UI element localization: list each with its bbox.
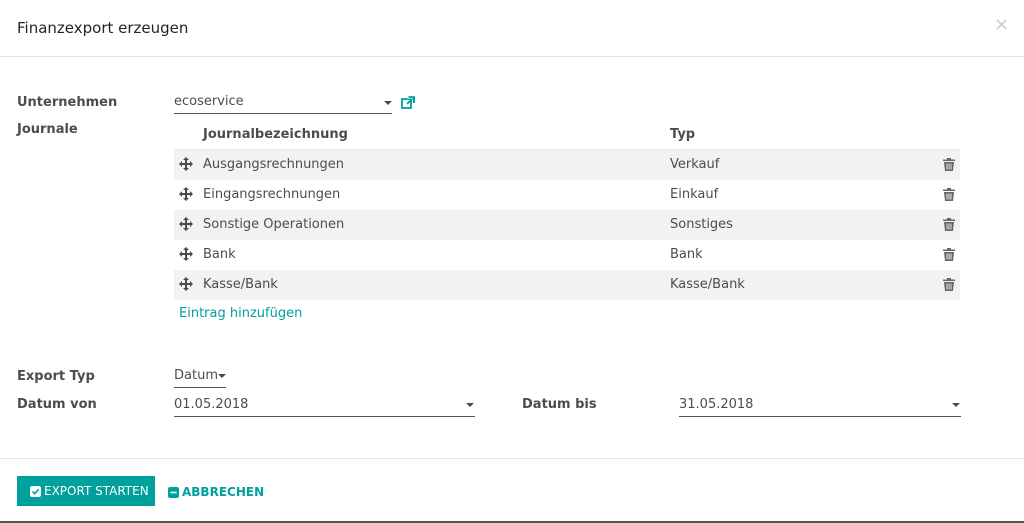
company-value: ecoservice xyxy=(174,94,244,109)
dialog-footer: EXPORT STARTEN ABBRECHEN xyxy=(0,458,1024,521)
table-row[interactable]: Bank Bank xyxy=(174,240,960,270)
cancel-label: ABBRECHEN xyxy=(182,485,265,499)
export-type-value: Datum xyxy=(174,368,218,383)
drag-handle-icon[interactable] xyxy=(179,187,193,201)
date-to-label: Datum bis xyxy=(522,397,597,412)
journal-type: Einkauf xyxy=(670,187,719,202)
caret-down-icon xyxy=(218,374,226,378)
date-to-value: 31.05.2018 xyxy=(679,397,754,412)
journal-type: Sonstiges xyxy=(670,217,733,232)
date-from-input[interactable]: 01.05.2018 xyxy=(174,395,475,417)
close-icon[interactable]: × xyxy=(994,15,1009,35)
export-type-select[interactable]: Datum xyxy=(174,366,226,388)
journal-name: Kasse/Bank xyxy=(203,277,278,292)
trash-icon[interactable] xyxy=(943,158,955,171)
drag-handle-icon[interactable] xyxy=(179,277,193,291)
journal-name: Bank xyxy=(203,247,236,262)
table-row[interactable]: Sonstige Operationen Sonstiges xyxy=(174,210,960,240)
column-header-name[interactable]: Journalbezeichnung xyxy=(203,127,348,142)
trash-icon[interactable] xyxy=(943,188,955,201)
trash-icon[interactable] xyxy=(943,248,955,261)
export-dialog: Finanzexport erzeugen × Unternehmen ecos… xyxy=(0,0,1024,523)
journal-type: Bank xyxy=(670,247,703,262)
caret-down-icon xyxy=(466,403,474,407)
trash-icon[interactable] xyxy=(943,278,955,291)
trash-icon[interactable] xyxy=(943,218,955,231)
date-to-input[interactable]: 31.05.2018 xyxy=(679,395,961,417)
table-row[interactable]: Kasse/Bank Kasse/Bank xyxy=(174,270,960,300)
drag-handle-icon[interactable] xyxy=(179,247,193,261)
journal-name: Sonstige Operationen xyxy=(203,217,345,232)
add-entry-link[interactable]: Eintrag hinzufügen xyxy=(179,306,302,321)
date-from-value: 01.05.2018 xyxy=(174,397,249,412)
minus-square-icon xyxy=(168,487,179,498)
export-type-label: Export Typ xyxy=(17,369,95,384)
external-link-icon[interactable] xyxy=(400,95,416,111)
caret-down-icon xyxy=(384,101,392,105)
export-start-button[interactable]: EXPORT STARTEN xyxy=(17,476,155,506)
journals-label: Journale xyxy=(17,122,78,137)
drag-handle-icon[interactable] xyxy=(179,157,193,171)
drag-handle-icon[interactable] xyxy=(179,217,193,231)
table-row[interactable]: Ausgangsrechnungen Verkauf xyxy=(174,150,960,180)
column-header-type[interactable]: Typ xyxy=(670,127,695,142)
dialog-title: Finanzexport erzeugen xyxy=(17,19,189,37)
journal-name: Eingangsrechnungen xyxy=(203,187,341,202)
journal-type: Verkauf xyxy=(670,157,720,172)
table-row[interactable]: Eingangsrechnungen Einkauf xyxy=(174,180,960,210)
journal-type: Kasse/Bank xyxy=(670,277,745,292)
caret-down-icon xyxy=(952,403,960,407)
check-square-icon xyxy=(30,486,41,497)
journal-name: Ausgangsrechnungen xyxy=(203,157,345,172)
company-label: Unternehmen xyxy=(17,95,118,110)
date-from-label: Datum von xyxy=(17,397,97,412)
company-select[interactable]: ecoservice xyxy=(174,92,392,114)
journals-table-header: Journalbezeichnung Typ xyxy=(174,120,960,150)
export-start-label: EXPORT STARTEN xyxy=(44,484,149,498)
dialog-header: Finanzexport erzeugen × xyxy=(0,0,1024,57)
